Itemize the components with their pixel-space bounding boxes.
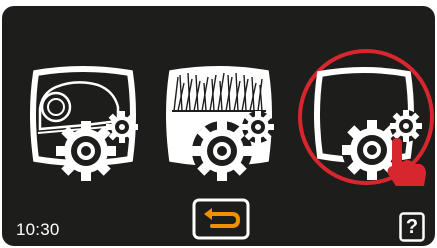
- clock-time: 10:30: [16, 220, 60, 239]
- device-screen: 10:30 ?: [2, 6, 435, 246]
- return-arrow-icon: [192, 198, 250, 240]
- mower-settings-tile[interactable]: [26, 63, 140, 181]
- back-button[interactable]: [192, 198, 250, 240]
- help-button[interactable]: ?: [399, 212, 425, 242]
- general-settings-tile[interactable]: [296, 46, 435, 188]
- robot-mower-gear-icon: [30, 66, 138, 181]
- help-label: ?: [405, 216, 419, 238]
- grass-settings-tile[interactable]: [162, 63, 276, 181]
- grass-gear-icon: [166, 66, 274, 181]
- blank-frame-gear-icon: [298, 49, 434, 186]
